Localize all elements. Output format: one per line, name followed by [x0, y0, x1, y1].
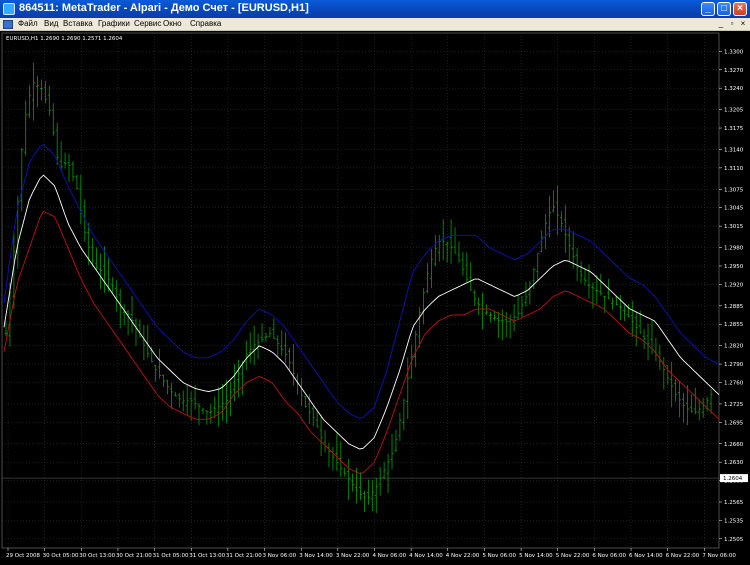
y-tick-label: 1.2725 — [724, 402, 744, 408]
x-tick-label: 6 Nov 06:00 — [592, 553, 626, 559]
y-tick-label: 1.2855 — [724, 322, 744, 328]
menu-view[interactable]: Вид — [44, 19, 58, 28]
current-price-label: 1.2604 — [723, 476, 743, 482]
x-tick-label: 31 Oct 21:00 — [226, 553, 262, 559]
maximize-button[interactable]: □ — [717, 2, 731, 16]
plot-frame — [1, 32, 720, 549]
x-tick-label: 5 Nov 06:00 — [482, 553, 516, 559]
child-minimize-button[interactable]: _ — [716, 19, 726, 29]
metatrader-window: 864511: MetaTrader - Alpari - Демо Счет … — [0, 0, 750, 565]
x-tick-label: 4 Nov 06:00 — [372, 553, 406, 559]
y-tick-label: 1.2980 — [724, 246, 744, 252]
menu-window[interactable]: Окно — [163, 19, 182, 28]
x-tick-label: 6 Nov 22:00 — [666, 553, 700, 559]
x-tick-label: 30 Oct 21:00 — [116, 553, 152, 559]
y-tick-label: 1.2920 — [724, 282, 744, 288]
ma-line-blue — [3, 143, 720, 419]
chart-window-icon[interactable] — [3, 20, 13, 29]
y-tick-label: 1.2760 — [724, 380, 744, 386]
y-tick-label: 1.2950 — [724, 264, 744, 270]
y-tick-label: 1.2630 — [724, 460, 744, 466]
y-tick-label: 1.3270 — [724, 68, 744, 74]
y-tick-label: 1.3140 — [724, 147, 744, 153]
x-tick-label: 7 Nov 06:00 — [702, 553, 736, 559]
menu-bar: Файл Вид Вставка Графики Сервис Окно Спр… — [0, 18, 750, 31]
y-tick-label: 1.3045 — [724, 206, 744, 212]
y-tick-label: 1.3240 — [724, 86, 744, 92]
window-title: 864511: MetaTrader - Alpari - Демо Счет … — [19, 2, 309, 14]
menu-file[interactable]: Файл — [18, 19, 38, 28]
y-tick-label: 1.3075 — [724, 187, 744, 193]
child-close-button[interactable]: × — [738, 19, 748, 29]
menu-insert[interactable]: Вставка — [63, 19, 93, 28]
y-tick-label: 1.3300 — [724, 49, 744, 55]
x-tick-label: 5 Nov 22:00 — [556, 553, 590, 559]
x-tick-label: 5 Nov 14:00 — [519, 553, 553, 559]
x-tick-label: 30 Oct 13:00 — [79, 553, 115, 559]
x-tick-label: 30 Oct 05:00 — [43, 553, 79, 559]
close-button[interactable]: × — [733, 2, 747, 16]
x-tick-label: 6 Nov 14:00 — [629, 553, 663, 559]
menu-charts[interactable]: Графики — [98, 19, 130, 28]
title-bar[interactable]: 864511: MetaTrader - Alpari - Демо Счет … — [0, 0, 750, 18]
y-tick-label: 1.2790 — [724, 362, 744, 368]
y-tick-label: 1.3205 — [724, 108, 744, 114]
ma-line-white — [3, 174, 720, 450]
x-tick-label: 3 Nov 06:00 — [263, 553, 297, 559]
x-tick-label: 29 Oct 2008 — [6, 553, 41, 559]
x-tick-label: 31 Oct 13:00 — [189, 553, 225, 559]
menu-help[interactable]: Справка — [190, 19, 221, 28]
y-tick-label: 1.3175 — [724, 126, 744, 132]
price-chart[interactable]: 1.3300 1.3270 1.3240 1.3205 1.3175 1.3140 1.31… — [0, 31, 750, 565]
chart-symbol-header: EURUSD,H1 1.2690 1.2690 1.2571 1.2604 — [6, 36, 123, 42]
menu-tools[interactable]: Сервис — [134, 19, 161, 28]
child-restore-button[interactable]: ▫ — [727, 19, 737, 29]
y-tick-label: 1.3015 — [724, 224, 744, 230]
x-tick-label: 4 Nov 22:00 — [446, 553, 480, 559]
y-tick-label: 1.2820 — [724, 344, 744, 350]
minimize-button[interactable]: _ — [701, 2, 715, 16]
y-tick-label: 1.2565 — [724, 500, 744, 506]
y-tick-label: 1.2885 — [724, 304, 744, 310]
ma-line-red — [3, 210, 720, 475]
y-tick-label: 1.2660 — [724, 442, 744, 448]
x-tick-label: 3 Nov 14:00 — [299, 553, 333, 559]
x-tick-label: 31 Oct 05:00 — [153, 553, 189, 559]
y-tick-label: 1.2505 — [724, 537, 744, 543]
y-tick-label: 1.3110 — [724, 166, 744, 172]
x-tick-label: 3 Nov 22:00 — [336, 553, 370, 559]
app-icon — [3, 3, 15, 15]
y-tick-label: 1.2535 — [724, 518, 744, 524]
y-tick-label: 1.2695 — [724, 420, 744, 426]
chart-canvas[interactable]: 1.3300 1.3270 1.3240 1.3205 1.3175 1.3140 1.31… — [0, 31, 750, 565]
x-tick-label: 4 Nov 14:00 — [409, 553, 443, 559]
